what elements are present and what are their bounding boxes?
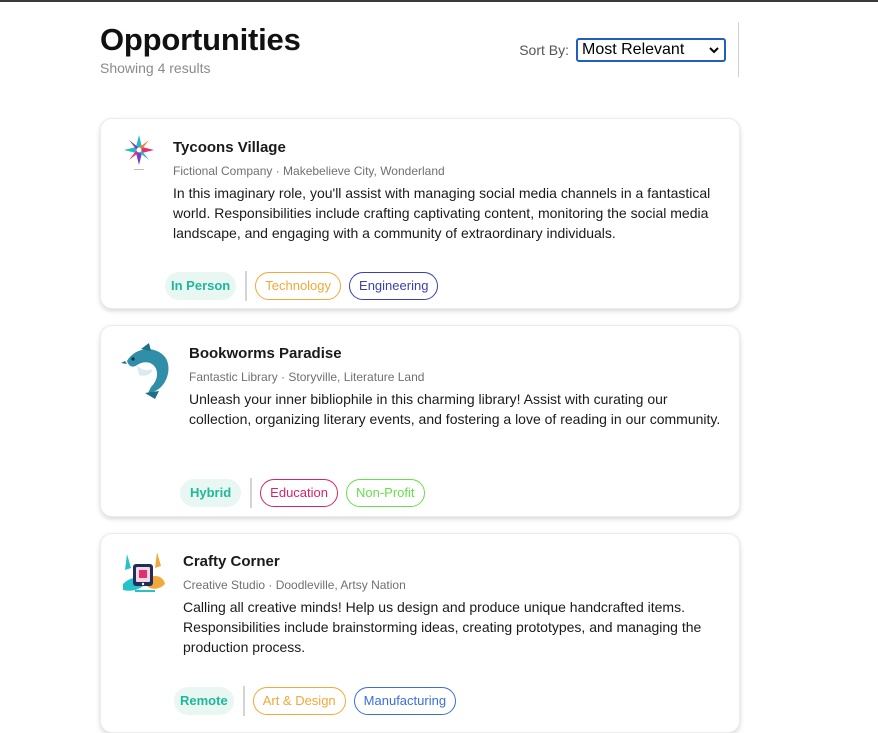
opportunity-meta: Fantastic Library · Storyville, Literatu… xyxy=(189,370,425,384)
category-tag[interactable]: Art & Design xyxy=(252,687,346,715)
flower-logo-icon xyxy=(124,135,154,170)
work-type-badge: In Person xyxy=(165,272,237,300)
category-tag[interactable]: Manufacturing xyxy=(353,687,457,715)
tag-divider xyxy=(242,686,245,716)
tag-divider xyxy=(245,271,248,301)
scroll-divider xyxy=(738,22,739,77)
dolphin-logo-icon xyxy=(121,343,169,399)
card-content: Crafty Corner Creative Studio · Doodlevi… xyxy=(183,552,723,657)
craft-logo-icon xyxy=(123,552,165,592)
category-tag[interactable]: Non-Profit xyxy=(346,479,425,507)
results-count: Showing 4 results xyxy=(100,60,211,76)
opportunity-title[interactable]: Crafty Corner xyxy=(183,552,723,572)
card-content: Tycoons Village Fictional Company · Make… xyxy=(173,138,723,243)
work-type-badge: Remote xyxy=(174,687,234,715)
category-tag[interactable]: Education xyxy=(260,479,338,507)
opportunity-meta: Fictional Company · Makebelieve City, Wo… xyxy=(173,164,445,178)
opportunity-meta: Creative Studio · Doodleville, Artsy Nat… xyxy=(183,578,406,592)
page-title: Opportunities xyxy=(100,22,301,57)
work-type-badge: Hybrid xyxy=(180,479,242,507)
page-header: Opportunities Showing 4 results Sort By:… xyxy=(100,22,728,82)
opportunity-title[interactable]: Tycoons Village xyxy=(173,138,723,158)
opportunity-title[interactable]: Bookworms Paradise xyxy=(189,344,723,364)
category-tag[interactable]: Engineering xyxy=(349,272,439,300)
opportunity-card[interactable]: Tycoons Village Fictional Company · Make… xyxy=(100,118,740,309)
sort-selected-value: Most Relevant xyxy=(582,41,685,58)
card-content: Bookworms Paradise Fantastic Library · S… xyxy=(189,344,723,429)
tag-row: Hybrid Education Non-Profit xyxy=(180,478,433,508)
tag-row: Remote Art & Design Manufacturing xyxy=(174,686,464,716)
tag-row: In Person Technology Engineering xyxy=(165,271,446,301)
category-tag[interactable]: Technology xyxy=(255,272,342,300)
sort-label: Sort By: xyxy=(519,42,569,58)
opportunity-card[interactable]: Crafty Corner Creative Studio · Doodlevi… xyxy=(100,533,740,733)
sort-control: Sort By: Most Relevant xyxy=(519,38,726,62)
chevron-down-icon xyxy=(709,47,719,54)
tag-divider xyxy=(250,478,253,508)
opportunity-description: In this imaginary role, you'll assist wi… xyxy=(173,185,711,241)
opportunity-description: Calling all creative minds! Help us desi… xyxy=(183,599,702,655)
sort-select[interactable]: Most Relevant xyxy=(576,38,726,62)
opportunity-card[interactable]: Bookworms Paradise Fantastic Library · S… xyxy=(100,325,740,517)
opportunity-description: Unleash your inner bibliophile in this c… xyxy=(189,391,721,427)
top-border xyxy=(0,0,878,2)
